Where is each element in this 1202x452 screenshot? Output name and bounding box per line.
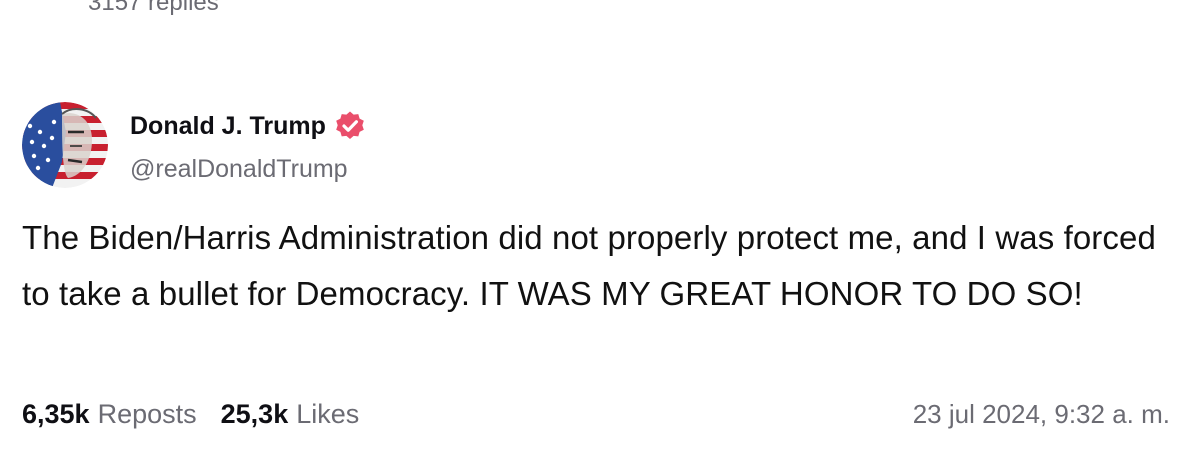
post-stats: 6,35k Reposts 25,3k Likes <box>22 394 383 434</box>
likes-stat[interactable]: 25,3k Likes <box>221 394 360 434</box>
likes-count: 25,3k <box>220 399 289 429</box>
post-card: Donald J. Trump @realDonaldTrump The Bid… <box>0 0 1202 452</box>
reposts-label: Reposts <box>97 399 197 429</box>
verified-badge-icon <box>334 110 366 142</box>
author-display-name[interactable]: Donald J. Trump <box>130 108 326 144</box>
author-info: Donald J. Trump @realDonaldTrump <box>130 108 366 187</box>
reposts-stat[interactable]: 6,35k Reposts <box>22 394 197 434</box>
likes-label: Likes <box>296 399 360 429</box>
post-text: The Biden/Harris Administration did not … <box>22 219 1156 312</box>
author-handle[interactable]: @realDonaldTrump <box>130 151 366 187</box>
flag-portrait-avatar-icon <box>22 102 108 188</box>
post-timestamp[interactable]: 23 jul 2024, 9:32 a. m. <box>913 394 1170 434</box>
author-name-row: Donald J. Trump <box>130 108 366 144</box>
author-avatar[interactable] <box>22 102 108 188</box>
reposts-count: 6,35k <box>22 399 90 429</box>
